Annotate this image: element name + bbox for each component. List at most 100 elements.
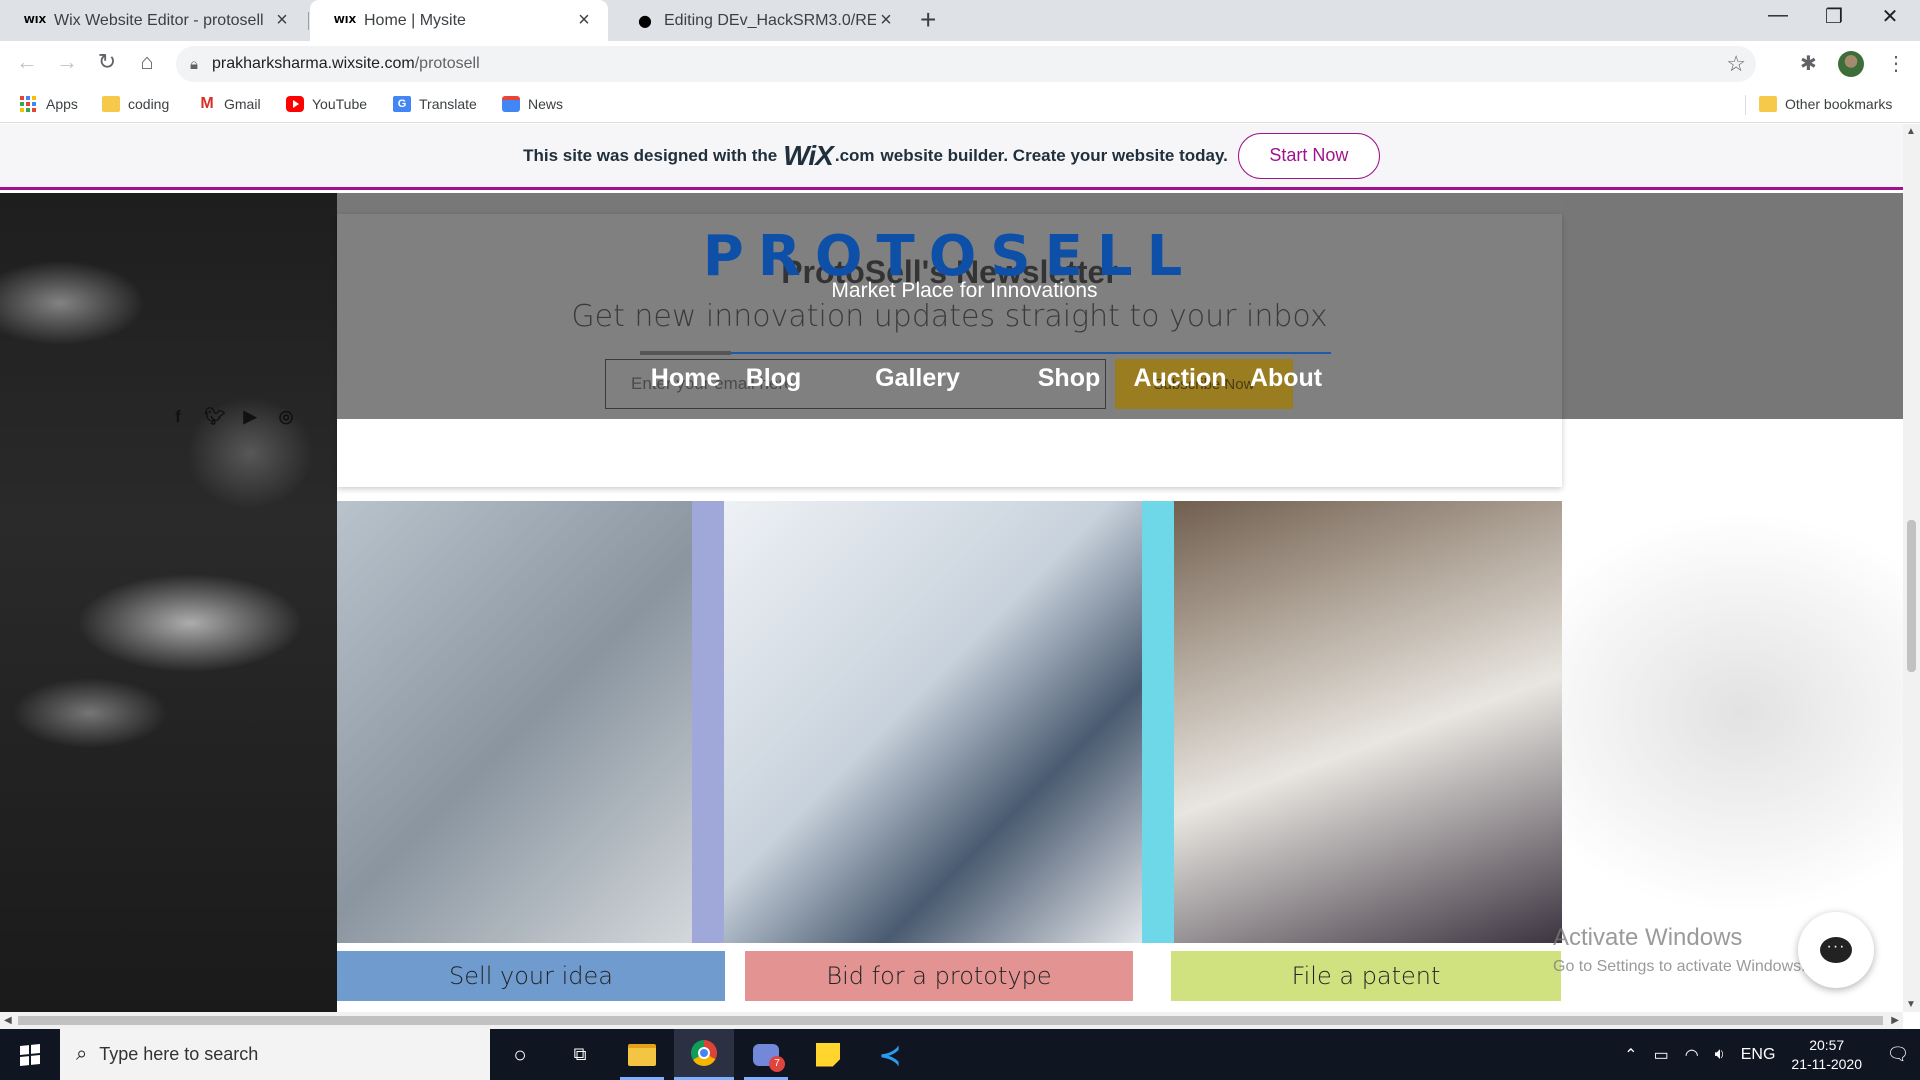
extensions-puzzle-icon[interactable]: ✱ [1800,51,1817,76]
nav-auction[interactable]: Auction [1119,352,1241,393]
wix-dotcom: .com [834,145,875,165]
bookmark-apps[interactable]: Apps [20,96,78,112]
bookmark-label: coding [128,96,170,112]
bid-prototype-button[interactable]: Bid for a prototype [745,951,1133,1001]
watermark-subtitle: Go to Settings to activate Windows. [1553,958,1806,975]
discord-button[interactable]: 7 [736,1029,796,1080]
clock[interactable]: 20:57 21-11-2020 [1791,1036,1862,1074]
scroll-up-icon[interactable]: ▲ [1906,126,1916,137]
scroll-down-icon[interactable]: ▼ [1906,999,1916,1010]
scroll-thumb[interactable] [18,1016,1883,1025]
close-window-button[interactable]: ✕ [1860,4,1920,29]
tab-close-icon[interactable]: × [876,9,896,32]
photo-patent-writing [1142,501,1562,943]
smoke-background-left [0,193,337,1012]
photo-man-laptop [724,501,1142,943]
notification-center-icon[interactable]: 🗨︎ [1876,1029,1920,1080]
vscode-button[interactable]: ≺ [860,1029,920,1080]
forward-arrow-icon[interactable]: → [52,49,82,75]
twitter-icon[interactable]: 🐦︎ [204,407,226,427]
photo-robot-kid [337,501,724,943]
nav-home[interactable]: Home [640,351,731,393]
file-patent-button[interactable]: File a patent [1171,951,1561,1001]
facebook-icon[interactable]: f [168,407,188,427]
tab-separator [308,12,309,30]
chat-button[interactable]: ··· [1798,912,1874,988]
browser-toolbar: ← → ↻ ⌂ 🔒︎ prakharksharma.wixsite.com/pr… [0,41,1920,87]
url-domain: prakharksharma.wixsite.com [211,55,415,72]
tab-home-mysite[interactable]: WIX Home | Mysite × [310,0,608,41]
lock-icon[interactable]: 🔒︎ [190,56,198,73]
menu-kebab-icon[interactable]: ⋮ [1886,51,1906,76]
bookmark-label: Translate [419,96,477,112]
scroll-left-icon[interactable]: ◀ [4,1015,12,1026]
task-view-button[interactable]: ⧉ [550,1029,610,1080]
minimize-button[interactable]: — [1748,4,1808,27]
header-strip-right [1562,193,1903,419]
bookmark-label: News [528,96,564,112]
profile-avatar[interactable] [1838,51,1864,77]
cortana-circle-icon: ○ [513,1041,527,1067]
start-button[interactable] [0,1029,60,1080]
youtube-icon[interactable]: ▶ [240,407,260,427]
nav-shop[interactable]: Shop [1019,352,1119,393]
reload-icon[interactable]: ↻ [92,49,122,75]
folder-icon [102,96,120,112]
tab-github-readme[interactable]: ● Editing DEv_HackSRM3.0/READM × [610,0,910,41]
chevron-up-icon[interactable]: ⌃ [1624,1045,1637,1065]
tab-close-icon[interactable]: × [574,9,594,32]
bookmark-news[interactable]: News [502,96,563,112]
translate-icon: G [393,96,411,112]
scroll-thumb[interactable] [1907,520,1916,672]
tab-title: Wix Website Editor - protosell [54,11,264,29]
language-indicator[interactable]: ENG [1741,1046,1776,1064]
bookmark-label: Other bookmarks [1785,96,1893,112]
horizontal-scrollbar[interactable]: ◀ ▶ [0,1012,1903,1029]
bookmark-label: Apps [46,96,78,112]
nav-about[interactable]: About [1241,352,1331,393]
chat-bubble-icon: ··· [1820,937,1852,963]
bookmark-translate[interactable]: G Translate [393,96,477,112]
scroll-right-icon[interactable]: ▶ [1891,1015,1899,1026]
nav-blog[interactable]: Blog [731,352,816,393]
github-icon: ● [638,11,652,30]
instagram-icon[interactable]: ◎ [276,407,296,427]
bookmark-coding[interactable]: coding [102,96,169,112]
watermark-title: Activate Windows [1553,924,1743,951]
bookmark-youtube[interactable]: YouTube [286,96,367,112]
taskbar-search[interactable]: ⌕ Type here to search [60,1029,490,1080]
banner-suffix: website builder. Create your website tod… [880,145,1228,165]
cortana-button[interactable]: ○ [490,1029,550,1080]
nav-gallery[interactable]: Gallery [816,352,1019,393]
restore-button[interactable]: ❐ [1804,4,1864,29]
system-tray: ⌃ ▭ ◠ 🔉︎ ENG 20:57 21-11-2020 🗨︎ [1616,1029,1920,1080]
chrome-button[interactable] [674,1029,734,1080]
page-viewport: This site was designed with the WiX .com… [0,124,1903,1012]
banner-prefix: This site was designed with the [523,145,778,165]
vertical-scrollbar[interactable]: ▲ ▼ [1903,124,1920,1012]
sticky-notes-icon [816,1042,840,1067]
address-bar[interactable]: 🔒︎ prakharksharma.wixsite.com/protosell … [176,46,1756,82]
url-path: /protosell [414,55,480,72]
new-tab-button[interactable]: + [920,4,936,36]
back-arrow-icon[interactable]: ← [12,49,42,75]
bookmark-label: Gmail [224,96,261,112]
task-view-icon: ⧉ [573,1044,587,1064]
tab-close-icon[interactable]: × [272,9,292,32]
tab-wix-editor[interactable]: WIX Wix Website Editor - protosell × [0,0,306,41]
bookmark-star-icon[interactable]: ☆ [1726,51,1746,77]
site-nav: Home Blog Gallery Shop Auction About [640,351,1331,393]
newsletter-subtitle: Get new innovation updates straight to y… [571,299,1328,334]
start-now-button[interactable]: Start Now [1237,132,1380,179]
newsletter-bottom [337,419,1562,487]
file-explorer-button[interactable] [612,1029,672,1080]
url-text: prakharksharma.wixsite.com/protosell [212,55,480,73]
volume-icon[interactable]: 🔉︎ [1715,1046,1725,1064]
bookmark-other[interactable]: Other bookmarks [1759,96,1892,112]
sticky-notes-button[interactable] [798,1029,858,1080]
bookmark-gmail[interactable]: M Gmail [198,96,261,113]
battery-icon[interactable]: ▭ [1654,1045,1669,1065]
home-icon[interactable]: ⌂ [132,49,162,75]
wifi-icon[interactable]: ◠ [1685,1045,1699,1065]
sell-idea-button[interactable]: Sell your idea [337,951,725,1001]
